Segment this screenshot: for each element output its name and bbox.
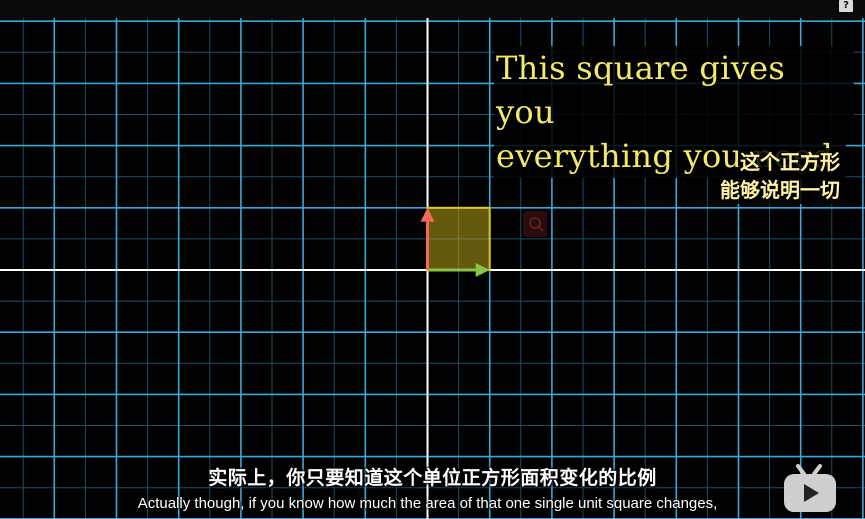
subtitle-english: Actually though, if you know how much th… (137, 495, 718, 512)
annotation-chinese-line1: 这个正方形 (738, 148, 842, 176)
annotation-chinese: 这个正方形 能够说明一切 (660, 148, 842, 204)
subtitle-chinese: 实际上，你只要知道这个单位正方形面积变化的比例 (208, 467, 657, 489)
video-frame: ? This square gives you everything you n… (0, 0, 865, 519)
unit-square (426, 206, 491, 272)
top-bar: ? (0, 0, 865, 18)
annotation-english-line1: This square gives you (494, 46, 854, 134)
help-icon[interactable]: ? (839, 0, 853, 12)
annotation-chinese-line2: 能够说明一切 (718, 176, 842, 204)
tv-logo-icon[interactable] (780, 462, 840, 514)
magnifier-icon[interactable] (523, 211, 547, 237)
